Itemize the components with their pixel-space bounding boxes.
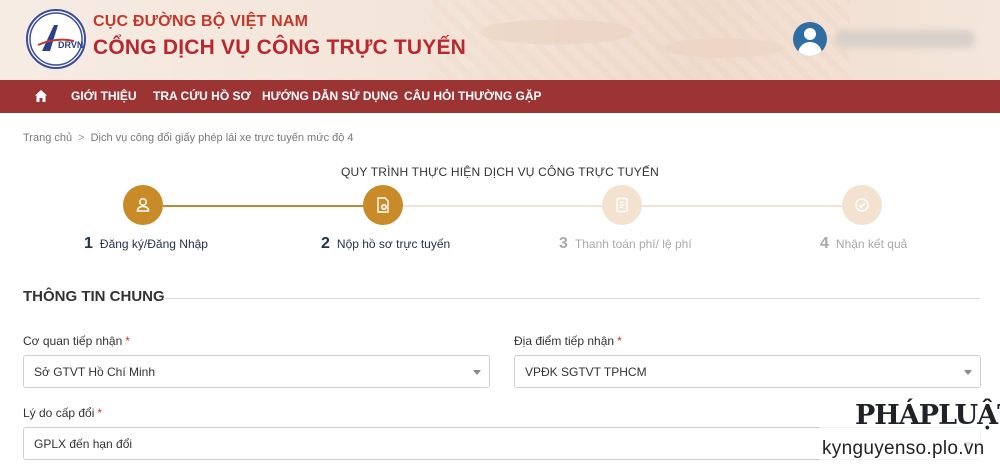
main-navigation: GIỚI THIỆU TRA CỨU HỒ SƠ HƯỚNG DẪN SỬ DỤ… bbox=[0, 80, 1000, 113]
breadcrumb: Trang chủ > Dịch vụ công đổi giấy phép lái… bbox=[23, 132, 354, 144]
reason-label: Lý do cấp đổi * bbox=[23, 406, 103, 420]
home-icon[interactable] bbox=[34, 89, 48, 103]
breadcrumb-separator: > bbox=[78, 132, 85, 144]
chevron-down-icon bbox=[964, 370, 972, 375]
step-3-circle bbox=[602, 185, 642, 225]
step-1-circle bbox=[123, 185, 163, 225]
section-title: THÔNG TIN CHUNG bbox=[23, 288, 165, 305]
reason-select-value: GPLX đến hạn đổi bbox=[34, 436, 133, 451]
step-4-circle bbox=[842, 185, 882, 225]
agency-select-value: Sở GTVT Hồ Chí Minh bbox=[34, 364, 156, 379]
portal-title: CỔNG DỊCH VỤ CÔNG TRỰC TUYẾN bbox=[93, 36, 467, 59]
breadcrumb-home-link[interactable]: Trang chủ bbox=[23, 132, 72, 144]
svg-text:DRVN: DRVN bbox=[58, 40, 83, 50]
nav-item-tra-cuu-ho-so[interactable]: TRA CỨU HỒ SƠ bbox=[153, 89, 251, 103]
step-connector-3-4 bbox=[642, 205, 842, 207]
process-steps-title: QUY TRÌNH THỰC HIỆN DỊCH VỤ CÔNG TRỰC TU… bbox=[340, 165, 660, 179]
document-add-icon bbox=[377, 197, 389, 213]
header-decoration bbox=[430, 0, 850, 80]
section-divider bbox=[163, 298, 980, 299]
user-avatar-icon[interactable] bbox=[793, 22, 827, 56]
organization-name: CỤC ĐƯỜNG BỘ VIỆT NAM bbox=[93, 13, 309, 30]
drvn-logo-icon: DRVN bbox=[29, 12, 83, 66]
user-icon bbox=[136, 198, 150, 212]
agency-select[interactable]: Sở GTVT Hồ Chí Minh bbox=[23, 355, 490, 388]
location-select[interactable]: VPĐK SGTVT TPHCM bbox=[514, 355, 981, 388]
breadcrumb-current: Dịch vụ công đổi giấy phép lái xe trực t… bbox=[90, 132, 354, 144]
nav-item-cau-hoi-thuong-gap[interactable]: CÂU HỎI THƯỜNG GẶP bbox=[404, 89, 542, 103]
step-2-circle bbox=[363, 185, 403, 225]
watermark-url: kynguyenso.plo.vn bbox=[822, 438, 985, 459]
watermark-logo: PHÁPLUẬT bbox=[855, 400, 1000, 431]
step-4-label: 4 Nhận kết quả bbox=[820, 235, 908, 252]
step-3-label: 3 Thanh toán phí/ lệ phí bbox=[559, 235, 692, 252]
drvn-logo[interactable]: DRVN bbox=[26, 9, 86, 69]
step-connector-1-2 bbox=[163, 205, 364, 207]
receipt-icon bbox=[616, 197, 628, 213]
step-1-label: 1 Đăng ký/Đăng Nhập bbox=[84, 235, 208, 252]
agency-label: Cơ quan tiếp nhận * bbox=[23, 334, 130, 348]
nav-item-huong-dan-su-dung[interactable]: HƯỚNG DẪN SỬ DỤNG bbox=[262, 89, 398, 103]
step-2-label: 2 Nộp hồ sơ trực tuyến bbox=[321, 235, 451, 252]
location-select-value: VPĐK SGTVT TPHCM bbox=[525, 364, 647, 379]
site-header: DRVN CỤC ĐƯỜNG BỘ VIỆT NAM CỔNG DỊCH VỤ … bbox=[0, 0, 1000, 80]
location-label: Địa điểm tiếp nhận * bbox=[514, 334, 622, 348]
step-connector-2-3 bbox=[402, 205, 604, 207]
chevron-down-icon bbox=[473, 370, 481, 375]
nav-item-gioi-thieu[interactable]: GIỚI THIỆU bbox=[71, 89, 137, 103]
user-name-blurred[interactable] bbox=[835, 30, 975, 48]
check-circle-icon bbox=[855, 198, 869, 212]
